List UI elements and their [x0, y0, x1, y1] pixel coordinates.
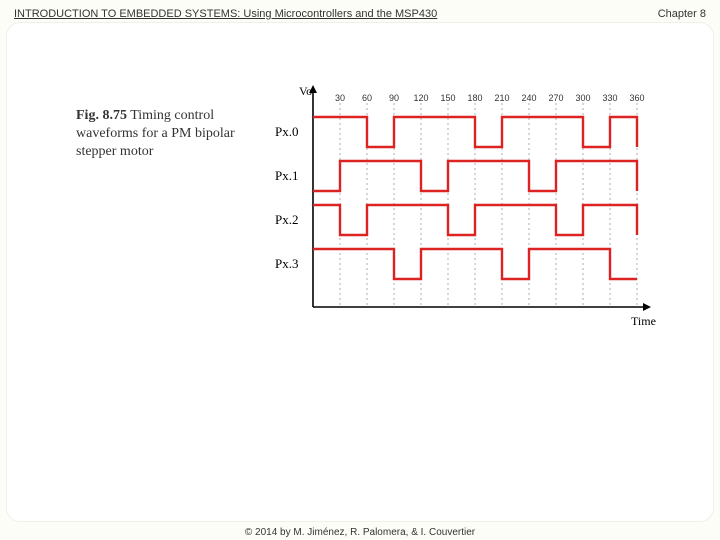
svg-text:120: 120 — [413, 93, 428, 103]
svg-text:30: 30 — [335, 93, 345, 103]
svg-text:150: 150 — [440, 93, 455, 103]
figure-number: Fig. 8.75 — [76, 108, 127, 123]
slide-card: Fig. 8.75 Timing control waveforms for a… — [6, 22, 714, 522]
svg-text:Time: Time — [631, 314, 656, 328]
svg-text:Vo: Vo — [299, 84, 312, 98]
svg-text:300: 300 — [575, 93, 590, 103]
svg-text:Px.1: Px.1 — [275, 168, 298, 183]
svg-text:Px.2: Px.2 — [275, 212, 298, 227]
svg-text:270: 270 — [548, 93, 563, 103]
figure-caption: Fig. 8.75 Timing control waveforms for a… — [76, 107, 246, 162]
svg-text:180: 180 — [467, 93, 482, 103]
svg-text:360: 360 — [629, 93, 644, 103]
book-title: INTRODUCTION TO EMBEDDED SYSTEMS: Using … — [14, 8, 437, 20]
svg-text:60: 60 — [362, 93, 372, 103]
chapter-label: Chapter 8 — [658, 8, 706, 20]
svg-text:240: 240 — [521, 93, 536, 103]
svg-text:Px.3: Px.3 — [275, 256, 298, 271]
timing-waveform-chart: Vo Time 30 60 90 120 150 180 210 240 270 300 330 360 P… — [261, 77, 661, 337]
svg-text:90: 90 — [389, 93, 399, 103]
svg-text:210: 210 — [494, 93, 509, 103]
svg-text:330: 330 — [602, 93, 617, 103]
svg-text:Px.0: Px.0 — [275, 124, 298, 139]
copyright-footer: © 2014 by M. Jiménez, R. Palomera, & I. … — [0, 527, 720, 538]
